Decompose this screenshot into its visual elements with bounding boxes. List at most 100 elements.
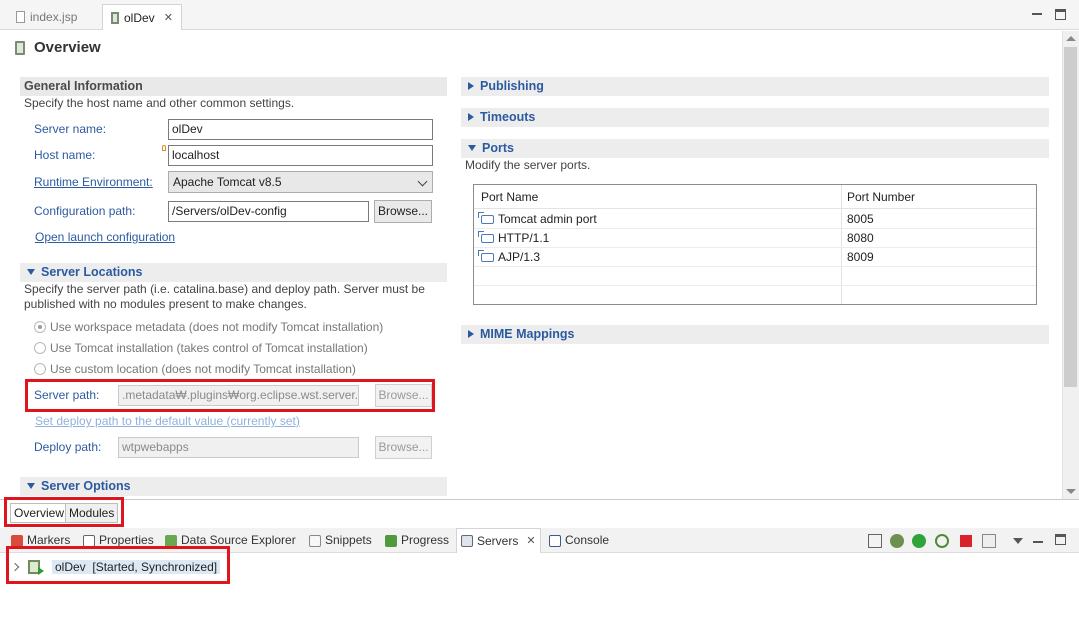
publish-icon[interactable] <box>982 534 996 548</box>
scrollbar-thumb[interactable] <box>1064 47 1077 387</box>
scroll-up-icon[interactable] <box>1066 36 1076 41</box>
maximize-icon[interactable] <box>1055 9 1066 20</box>
stop-icon[interactable] <box>960 535 972 547</box>
warning-icon <box>162 145 166 151</box>
ports-table[interactable]: Port Name Port Number Tomcat admin port … <box>473 184 1037 305</box>
configuration-browse-button[interactable]: Browse... <box>374 200 432 223</box>
column-header-port-number[interactable]: Port Number <box>847 190 915 204</box>
tab-label: index.jsp <box>30 10 78 24</box>
console-icon <box>549 534 561 547</box>
server-options-title: Server Options <box>41 479 131 493</box>
table-row[interactable]: HTTP/1.1 8080 <box>474 229 1036 248</box>
port-number[interactable]: 8080 <box>847 231 874 245</box>
server-locations-desc-1: Specify the server path (i.e. catalina.b… <box>24 282 425 296</box>
tab-label: olDev <box>124 10 155 25</box>
mime-mappings-header[interactable]: MIME Mappings <box>461 325 1049 344</box>
runtime-environment-value: Apache Tomcat v8.5 <box>173 175 282 189</box>
timeouts-title: Timeouts <box>480 110 536 124</box>
deploy-path-browse-button[interactable]: Browse... <box>375 436 432 459</box>
configuration-path-field[interactable]: /Servers/olDev-config <box>168 201 369 222</box>
radio-button <box>34 342 46 354</box>
deploy-path-field[interactable]: wtpwebapps <box>118 437 359 458</box>
minimize-icon[interactable] <box>1030 6 1044 20</box>
servers-icon <box>461 535 473 547</box>
highlight-box <box>6 546 230 584</box>
ports-desc: Modify the server ports. <box>465 158 591 172</box>
data-source-icon <box>165 534 177 547</box>
publishing-title: Publishing <box>480 79 544 93</box>
radio-custom-location[interactable]: Use custom location (does not modify Tom… <box>34 362 356 376</box>
collapse-icon <box>27 269 35 276</box>
runtime-environment-select[interactable]: Apache Tomcat v8.5 <box>168 171 433 193</box>
table-header: Port Name Port Number <box>474 185 1036 209</box>
tab-label: Progress <box>401 533 450 547</box>
start-icon[interactable] <box>912 534 926 548</box>
server-name-label: Server name: <box>34 122 107 136</box>
deploy-path-label: Deploy path: <box>34 440 102 454</box>
port-number[interactable]: 8009 <box>847 250 874 264</box>
table-row-empty <box>474 286 1036 305</box>
tab-console[interactable]: Console <box>545 528 613 553</box>
tab-servers[interactable]: Servers ✕ <box>456 528 541 553</box>
table-row[interactable]: AJP/1.3 8009 <box>474 248 1036 267</box>
progress-icon <box>385 534 397 547</box>
tab-progress[interactable]: Progress <box>381 528 453 553</box>
highlight-box <box>4 497 124 527</box>
runtime-environment-link[interactable]: Runtime Environment: <box>34 175 153 189</box>
expand-icon <box>468 113 474 122</box>
page-title: Overview <box>34 39 101 56</box>
host-name-field[interactable]: localhost <box>168 145 433 166</box>
close-icon[interactable]: ✕ <box>164 11 173 24</box>
tab-index-jsp[interactable]: index.jsp <box>8 4 85 30</box>
server-name-field[interactable]: olDev <box>168 119 433 140</box>
profile-icon[interactable] <box>935 534 949 548</box>
radio-label: Use Tomcat installation (takes control o… <box>50 341 368 355</box>
servers-view: olDev [Started, Synchronized] <box>0 546 1079 640</box>
markers-icon <box>11 534 23 547</box>
chevron-down-icon <box>417 176 428 187</box>
snippets-icon <box>309 534 321 547</box>
expand-icon <box>468 82 474 91</box>
set-default-deploy-path-link[interactable]: Set deploy path to the default value (cu… <box>35 414 300 428</box>
form-page-tabs: Overview Modules <box>0 497 1079 527</box>
radio-tomcat-installation[interactable]: Use Tomcat installation (takes control o… <box>34 341 368 355</box>
view-menu-icon[interactable] <box>1011 534 1025 548</box>
port-icon <box>478 212 494 224</box>
debug-icon[interactable] <box>890 534 904 548</box>
properties-icon <box>83 534 95 547</box>
port-name: HTTP/1.1 <box>498 231 550 245</box>
scroll-down-icon[interactable] <box>1066 489 1076 494</box>
server-locations-title: Server Locations <box>41 265 143 279</box>
collapse-icon <box>27 483 35 490</box>
file-icon <box>16 11 25 23</box>
port-name: Tomcat admin port <box>498 212 597 226</box>
open-launch-configuration-link[interactable]: Open launch configuration <box>35 230 175 244</box>
table-row[interactable]: Tomcat admin port 8005 <box>474 210 1036 229</box>
expand-icon <box>468 330 474 339</box>
minimize-icon[interactable] <box>1031 534 1045 548</box>
port-number[interactable]: 8005 <box>847 212 874 226</box>
general-info-header: General Information <box>20 77 447 96</box>
tab-snippets[interactable]: Snippets <box>305 528 376 553</box>
server-options-header[interactable]: Server Options <box>20 477 447 496</box>
server-icon <box>111 11 119 24</box>
tab-label: Servers <box>477 533 519 548</box>
server-editor: Overview General Information Specify the… <box>0 31 1062 499</box>
maximize-icon[interactable] <box>1055 534 1066 545</box>
radio-workspace-metadata[interactable]: Use workspace metadata (does not modify … <box>34 320 383 334</box>
general-info-desc: Specify the host name and other common s… <box>24 96 295 110</box>
editor-tab-bar: index.jsp olDev ✕ <box>0 0 1079 30</box>
collapse-all-icon[interactable] <box>868 534 882 548</box>
port-icon <box>478 250 494 262</box>
tab-oldev[interactable]: olDev ✕ <box>102 4 182 30</box>
server-locations-header[interactable]: Server Locations <box>20 263 447 282</box>
radio-button <box>34 363 46 375</box>
ports-header[interactable]: Ports <box>461 139 1049 158</box>
radio-button <box>34 321 46 333</box>
timeouts-header[interactable]: Timeouts <box>461 108 1049 127</box>
server-locations-desc-2: published with no modules present to mak… <box>24 297 307 311</box>
configuration-path-label: Configuration path: <box>34 204 136 218</box>
column-header-port-name[interactable]: Port Name <box>481 190 538 204</box>
close-icon[interactable]: ✕ <box>526 529 535 554</box>
publishing-header[interactable]: Publishing <box>461 77 1049 96</box>
